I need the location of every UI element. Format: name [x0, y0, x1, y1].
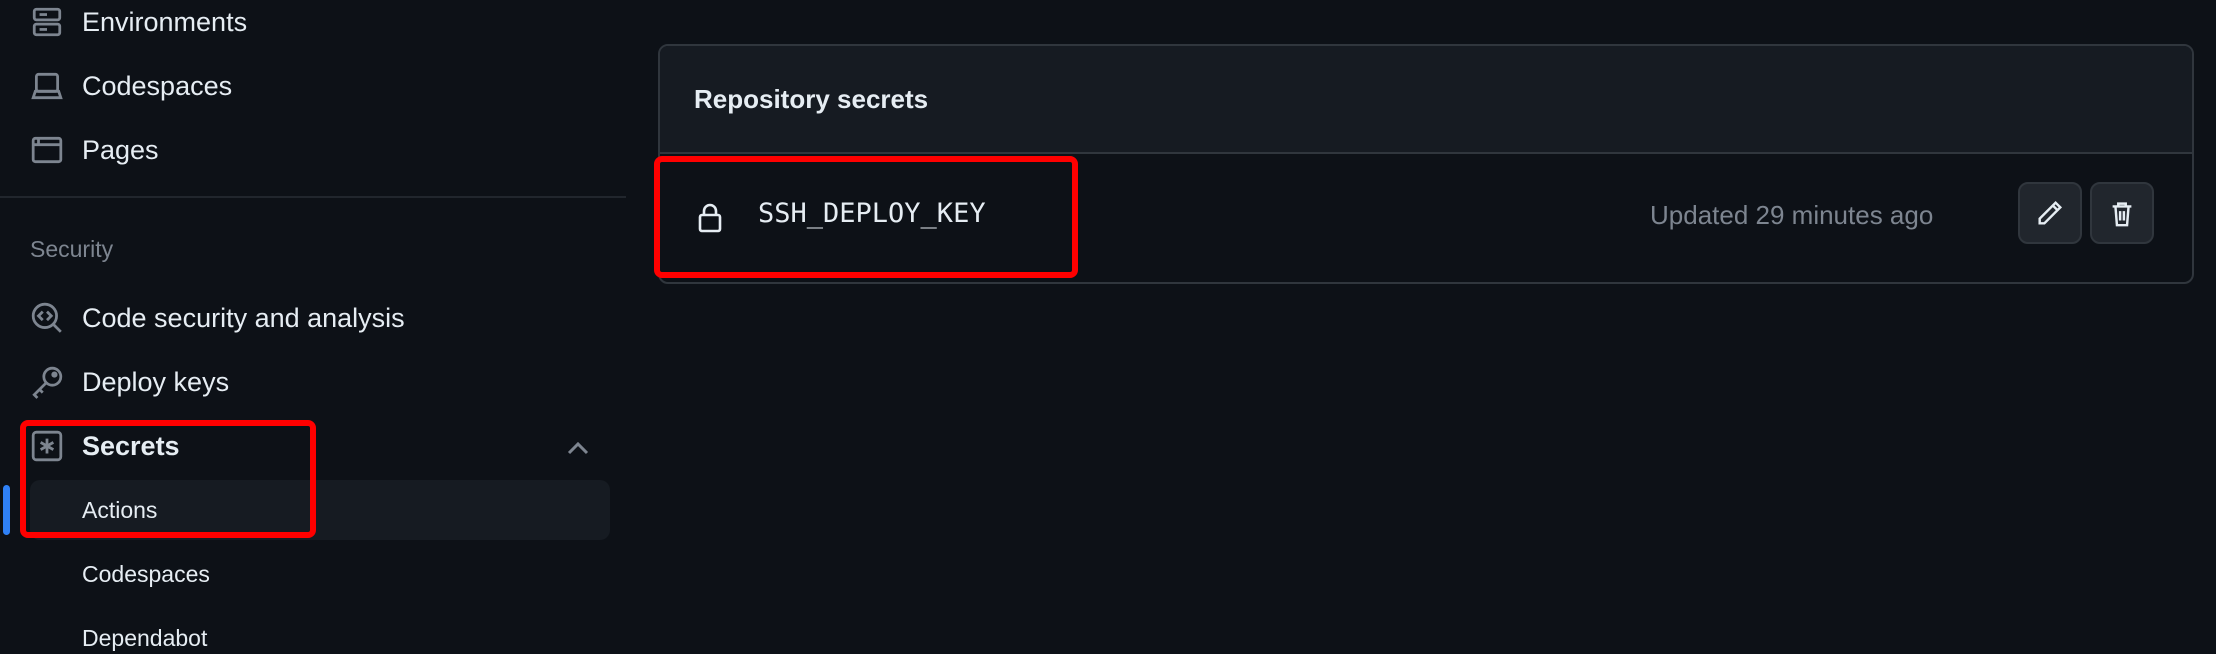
sidebar-subitem-dependabot[interactable]: Dependabot — [30, 608, 610, 654]
sidebar-item-codespaces[interactable]: Codespaces — [30, 56, 610, 116]
delete-secret-button[interactable] — [2090, 182, 2154, 244]
edit-secret-button[interactable] — [2018, 182, 2082, 244]
secret-name: SSH_DEPLOY_KEY — [758, 198, 986, 229]
sidebar-item-label: Codespaces — [82, 70, 233, 101]
settings-sidebar: Environments Codespaces Pages Security C… — [0, 0, 626, 654]
secret-row: SSH_DEPLOY_KEY Updated 29 minutes ago — [660, 154, 2192, 282]
active-indicator — [3, 485, 10, 535]
sidebar-item-label: Environments — [82, 6, 248, 37]
secret-updated-time: Updated 29 minutes ago — [1650, 200, 1934, 230]
chevron-up-icon[interactable] — [562, 432, 594, 464]
settings-page: Environments Codespaces Pages Security C… — [0, 0, 2216, 654]
trash-icon — [2112, 202, 2132, 227]
asterisk-icon — [30, 429, 64, 463]
lock-icon — [698, 203, 722, 233]
server-icon — [30, 5, 64, 39]
sidebar-item-secrets[interactable]: Secrets — [30, 416, 610, 476]
laptop-icon — [30, 69, 64, 103]
sidebar-item-label: Secrets — [82, 430, 180, 461]
sidebar-item-environments[interactable]: Environments — [30, 0, 610, 52]
sidebar-item-pages[interactable]: Pages — [30, 120, 610, 180]
sidebar-subitem-actions[interactable]: Actions — [30, 480, 610, 540]
sidebar-item-label: Pages — [82, 134, 159, 165]
key-icon — [30, 365, 64, 399]
repository-secrets-box: Repository secrets SSH_DEPLOY_KEY Update… — [658, 44, 2194, 284]
box-title: Repository secrets — [660, 46, 2192, 154]
sidebar-subitem-codespaces[interactable]: Codespaces — [30, 544, 610, 604]
sidebar-item-label: Code security and analysis — [82, 302, 405, 333]
sidebar-divider — [0, 196, 626, 198]
pencil-icon — [2038, 200, 2063, 225]
sidebar-item-deploy-keys[interactable]: Deploy keys — [30, 352, 610, 412]
sidebar-item-label: Deploy keys — [82, 366, 230, 397]
browser-icon — [30, 133, 64, 167]
sidebar-section-security: Security — [30, 236, 114, 262]
sidebar-item-code-security[interactable]: Code security and analysis — [30, 288, 610, 348]
codescan-icon — [30, 301, 64, 335]
